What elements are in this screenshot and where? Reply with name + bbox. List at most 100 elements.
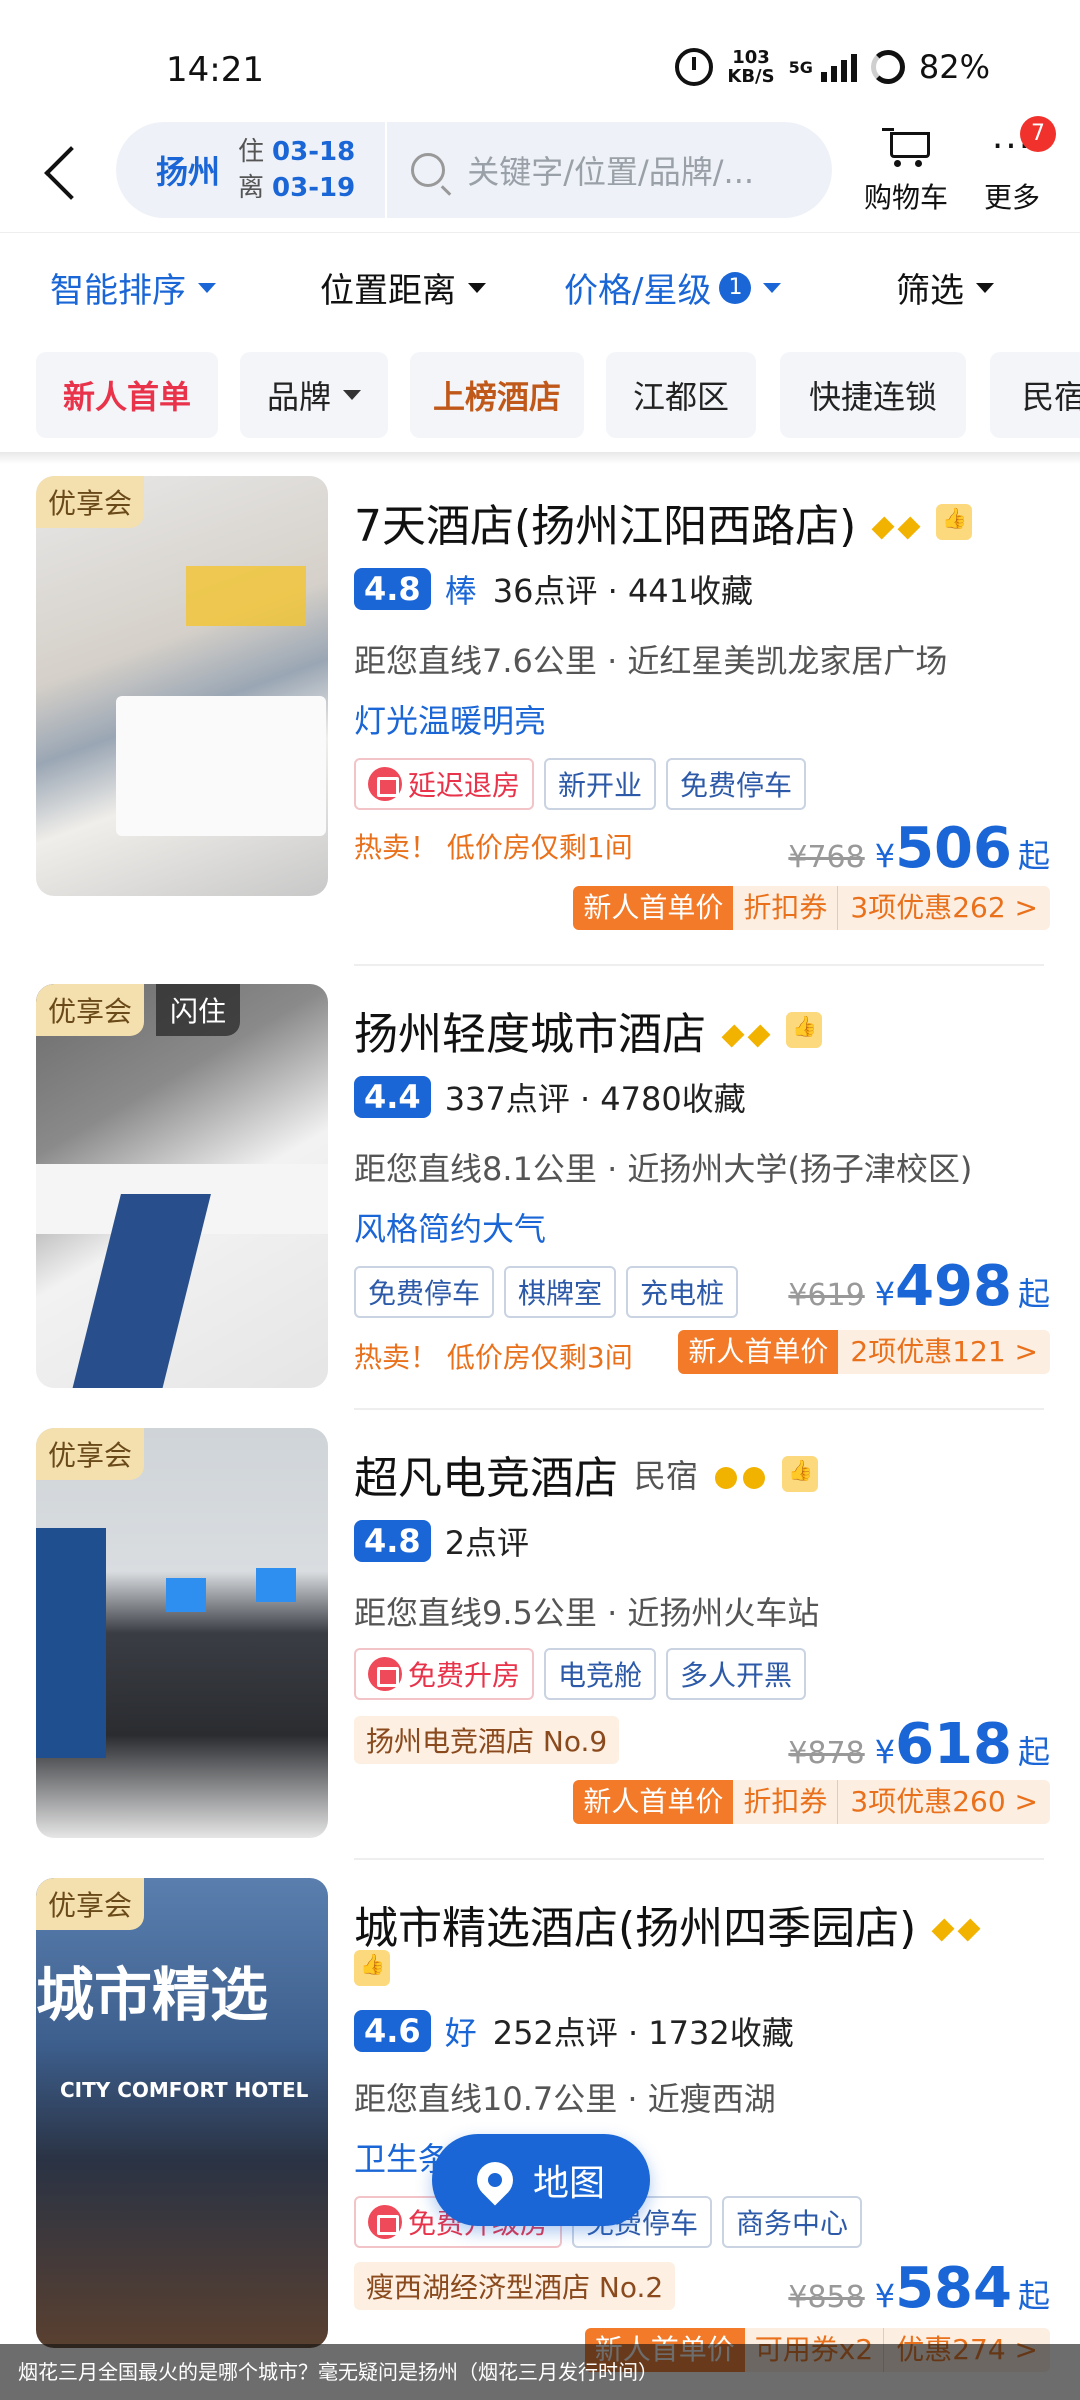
price-suffix: 起 xyxy=(1017,1275,1050,1313)
chip-new-user[interactable]: 新人首单 xyxy=(36,352,218,438)
original-price: ¥878 xyxy=(788,1736,865,1771)
amenity-tag-label: 免费升房 xyxy=(408,1659,521,1692)
amenity-tags: 免费停车 棋牌室 充电桩 xyxy=(354,1266,739,1318)
card-divider xyxy=(354,1408,1044,1410)
thumbs-up-icon xyxy=(936,504,973,540)
promo-strip[interactable]: 新人首单价 2项优惠121 > xyxy=(678,1330,1050,1374)
chip-brand-label: 品牌 xyxy=(266,378,331,416)
amenity-tag: 免费升房 xyxy=(354,1648,535,1700)
promo-strip[interactable]: 新人首单价 折扣券 3项优惠260 > xyxy=(573,1780,1050,1824)
distance-text: 距您直线8.1公里 · 近扬州大学(扬子津校区) xyxy=(354,1150,973,1188)
chip-brand[interactable]: 品牌 xyxy=(240,352,388,438)
gift-icon xyxy=(368,2205,402,2239)
diamond-rating-icon xyxy=(930,1899,982,1950)
smart-sort-dropdown[interactable]: 智能排序 xyxy=(50,263,216,312)
chip-ranked-hotels[interactable]: 上榜酒店 xyxy=(410,352,584,438)
chip-budget-chain[interactable]: 快捷连锁 xyxy=(780,352,966,438)
gift-icon xyxy=(368,767,402,801)
property-type: 民宿 xyxy=(634,1457,699,1495)
distance-dropdown[interactable]: 位置距离 xyxy=(320,263,486,312)
search-divider xyxy=(385,122,388,218)
thumbs-up-icon xyxy=(354,1950,390,1986)
promo-coupon: 折扣券 xyxy=(733,1780,839,1824)
caption-overlay: 烟花三月全国最火的是哪个城市？毫无疑问是扬州（烟花三月发行时间） xyxy=(0,2344,1080,2400)
battery-level: 82% xyxy=(918,48,990,86)
promo-discount: 3项优惠260 > xyxy=(838,1780,1050,1824)
amenity-tag: 多人开黑 xyxy=(666,1648,807,1700)
hotel-photo: 优享会 闪住 xyxy=(36,984,328,1388)
signal-icon xyxy=(820,52,857,82)
distance-text: 距您直线10.7公里 · 近瘦西湖 xyxy=(354,2080,776,2118)
map-pin-icon xyxy=(469,2154,521,2206)
back-arrow-icon[interactable] xyxy=(38,144,88,204)
bed-shape xyxy=(116,696,326,836)
chip-jiangdu[interactable]: 江都区 xyxy=(606,352,756,438)
cart-button[interactable]: 购物车 xyxy=(856,126,956,216)
price-star-dropdown[interactable]: 价格/星级 1 xyxy=(564,263,782,312)
score-word: 好 xyxy=(444,2014,477,2052)
rating-row: 4.4 337点评 · 4780收藏 xyxy=(354,1074,746,1120)
original-price: ¥858 xyxy=(788,2280,865,2315)
hotel-name: 扬州轻度城市酒店 xyxy=(354,998,822,1062)
currency-symbol: ¥ xyxy=(874,1733,896,1771)
chip-homestay[interactable]: 民宿 xyxy=(990,352,1080,438)
amenity-tags: 免费升房 电竞舱 多人开黑 xyxy=(354,1648,807,1700)
date-selector[interactable]: 住 03-18 离 03-19 xyxy=(238,134,355,206)
hotel-photo: 优享会 xyxy=(36,1428,328,1838)
promo-discount: 2项优惠121 > xyxy=(838,1330,1050,1374)
checkout-label: 离 xyxy=(238,173,265,203)
clock: 14:21 xyxy=(166,50,264,90)
hotel-name-text: 超凡电竞酒店 xyxy=(354,1453,618,1504)
map-button[interactable]: 地图 xyxy=(432,2134,650,2226)
monitor-shape xyxy=(256,1568,296,1602)
checkout-date: 03-19 xyxy=(272,173,356,203)
filter-dropdown[interactable]: 筛选 xyxy=(896,263,994,312)
search-input[interactable]: 关键字/位置/品牌/... xyxy=(467,147,807,193)
promo-strip[interactable]: 新人首单价 折扣券 3项优惠262 > xyxy=(573,886,1050,930)
more-button[interactable]: ··· 7 更多 xyxy=(962,116,1062,216)
vip-tag: 优享会 xyxy=(36,476,145,528)
price: 506 xyxy=(895,816,1012,881)
amenity-tag: 棋牌室 xyxy=(504,1266,617,1318)
hotel-name: 城市精选酒店(扬州四季园店) xyxy=(354,1892,982,1956)
status-bar: 14:21 103 KB/S 5G 82% xyxy=(0,0,1080,120)
list-shadow xyxy=(0,452,1080,464)
currency-symbol: ¥ xyxy=(874,837,896,875)
filter-label: 筛选 xyxy=(896,271,964,311)
more-label: 更多 xyxy=(983,181,1040,214)
rating-row: 4.6 好 252点评 · 1732收藏 xyxy=(354,2008,794,2054)
promo-new-user: 新人首单价 xyxy=(573,1780,734,1824)
gift-icon xyxy=(368,1657,402,1691)
alarm-icon xyxy=(675,48,714,86)
price: 498 xyxy=(895,1254,1012,1319)
chevron-down-icon xyxy=(763,282,782,293)
price: 584 xyxy=(895,2256,1012,2321)
amenity-tag: 新开业 xyxy=(544,758,657,810)
flash-stay-tag: 闪住 xyxy=(156,984,241,1036)
diamond-rating-icon xyxy=(870,497,922,548)
amenity-tag: 免费停车 xyxy=(666,758,807,810)
distance-label: 位置距离 xyxy=(320,271,456,311)
hot-sale-text: 热卖！ 低价房仅剩3间 xyxy=(354,1341,633,1374)
price-star-label: 价格/星级 xyxy=(564,271,712,311)
search-bar[interactable]: 扬州 住 03-18 离 03-19 关键字/位置/品牌/... xyxy=(116,122,832,218)
status-icons: 103 KB/S 5G 82% xyxy=(675,48,990,86)
checkin-label: 住 xyxy=(238,137,265,167)
original-price: ¥619 xyxy=(788,1278,865,1313)
hotel-sign: 城市精选 xyxy=(36,1961,269,2029)
hotel-name-text: 扬州轻度城市酒店 xyxy=(354,1009,706,1060)
cart-icon xyxy=(882,126,930,168)
hotel-name: 超凡电竞酒店 民宿 xyxy=(354,1442,819,1506)
score-word: 棒 xyxy=(444,572,477,610)
hot-sale-text: 热卖！ 低价房仅剩1间 xyxy=(354,831,633,864)
city-selector[interactable]: 扬州 xyxy=(156,147,220,193)
currency-symbol: ¥ xyxy=(874,2277,896,2315)
promo-discount: 3项优惠262 > xyxy=(838,886,1050,930)
search-icon xyxy=(411,153,446,187)
amenity-tag: 电竞舱 xyxy=(544,1648,657,1700)
monitor-shape xyxy=(166,1578,206,1612)
price-row: ¥858 ¥ 584 起 xyxy=(788,2256,1050,2321)
cart-label: 购物车 xyxy=(863,181,948,214)
amenity-tag: 延迟退房 xyxy=(354,758,535,810)
ranking-tag: 瘦西湖经济型酒店 No.2 xyxy=(354,2262,676,2310)
